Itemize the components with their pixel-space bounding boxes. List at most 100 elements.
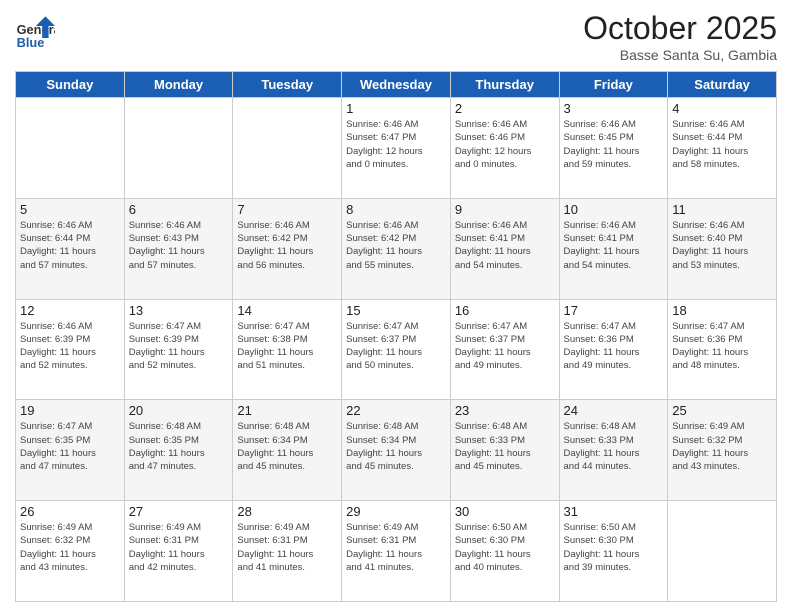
day-info: Sunrise: 6:47 AM Sunset: 6:35 PM Dayligh…: [20, 420, 120, 473]
col-wednesday: Wednesday: [342, 72, 451, 98]
day-number: 13: [129, 303, 229, 318]
day-cell: [124, 98, 233, 199]
day-cell: 28Sunrise: 6:49 AM Sunset: 6:31 PM Dayli…: [233, 501, 342, 602]
week-row-3: 12 Sunrise: 6:46 AM Sunset: 6:39 PM Dayli…: [16, 299, 777, 400]
day-info: Sunrise: 6:46 AM Sunset: 6:41 PM Dayligh…: [455, 219, 555, 272]
day-info: Sunrise: 6:46 AM Sunset: 6:40 PM Dayligh…: [672, 219, 772, 272]
day-number: 12: [20, 303, 120, 318]
day-cell: 12 Sunrise: 6:46 AM Sunset: 6:39 PM Dayli…: [16, 299, 125, 400]
day-cell: 16 Sunrise: 6:47 AM Sunset: 6:37 PM Dayli…: [450, 299, 559, 400]
day-info: Sunrise: 6:46 AM Sunset: 6:44 PM Dayligh…: [20, 219, 120, 272]
week-row-1: 1 Sunrise: 6:46 AM Sunset: 6:47 PM Daylig…: [16, 98, 777, 199]
day-number: 23: [455, 403, 555, 418]
week-row-5: 26Sunrise: 6:49 AM Sunset: 6:32 PM Dayli…: [16, 501, 777, 602]
day-info: Sunrise: 6:46 AM Sunset: 6:45 PM Dayligh…: [564, 118, 664, 171]
day-number: 16: [455, 303, 555, 318]
day-cell: 24 Sunrise: 6:48 AM Sunset: 6:33 PM Dayli…: [559, 400, 668, 501]
day-number: 31: [564, 504, 664, 519]
col-saturday: Saturday: [668, 72, 777, 98]
day-cell: 18 Sunrise: 6:47 AM Sunset: 6:36 PM Dayli…: [668, 299, 777, 400]
header: General Blue October 2025 Basse Santa Su…: [15, 10, 777, 63]
svg-text:Blue: Blue: [17, 35, 45, 50]
col-friday: Friday: [559, 72, 668, 98]
day-cell: 20Sunrise: 6:48 AM Sunset: 6:35 PM Dayli…: [124, 400, 233, 501]
day-info: Sunrise: 6:46 AM Sunset: 6:44 PM Dayligh…: [672, 118, 772, 171]
day-number: 24: [564, 403, 664, 418]
day-info: Sunrise: 6:46 AM Sunset: 6:42 PM Dayligh…: [237, 219, 337, 272]
day-info: Sunrise: 6:46 AM Sunset: 6:42 PM Dayligh…: [346, 219, 446, 272]
day-info: Sunrise: 6:48 AM Sunset: 6:33 PM Dayligh…: [564, 420, 664, 473]
day-number: 8: [346, 202, 446, 217]
day-info: Sunrise: 6:50 AM Sunset: 6:30 PM Dayligh…: [564, 521, 664, 574]
day-cell: 19 Sunrise: 6:47 AM Sunset: 6:35 PM Dayli…: [16, 400, 125, 501]
day-info: Sunrise: 6:46 AM Sunset: 6:41 PM Dayligh…: [564, 219, 664, 272]
day-cell: 31 Sunrise: 6:50 AM Sunset: 6:30 PM Dayli…: [559, 501, 668, 602]
page: General Blue October 2025 Basse Santa Su…: [0, 0, 792, 612]
day-number: 5: [20, 202, 120, 217]
day-cell: 25 Sunrise: 6:49 AM Sunset: 6:32 PM Dayli…: [668, 400, 777, 501]
day-info: Sunrise: 6:46 AM Sunset: 6:43 PM Dayligh…: [129, 219, 229, 272]
day-cell: 2Sunrise: 6:46 AM Sunset: 6:46 PM Daylig…: [450, 98, 559, 199]
day-info: Sunrise: 6:47 AM Sunset: 6:36 PM Dayligh…: [564, 320, 664, 373]
week-row-2: 5 Sunrise: 6:46 AM Sunset: 6:44 PM Daylig…: [16, 198, 777, 299]
day-cell: 6Sunrise: 6:46 AM Sunset: 6:43 PM Daylig…: [124, 198, 233, 299]
day-number: 18: [672, 303, 772, 318]
day-info: Sunrise: 6:46 AM Sunset: 6:46 PM Dayligh…: [455, 118, 555, 171]
week-row-4: 19 Sunrise: 6:47 AM Sunset: 6:35 PM Dayli…: [16, 400, 777, 501]
day-number: 7: [237, 202, 337, 217]
day-info: Sunrise: 6:47 AM Sunset: 6:39 PM Dayligh…: [129, 320, 229, 373]
day-number: 1: [346, 101, 446, 116]
day-cell: 5 Sunrise: 6:46 AM Sunset: 6:44 PM Daylig…: [16, 198, 125, 299]
day-cell: 21 Sunrise: 6:48 AM Sunset: 6:34 PM Dayli…: [233, 400, 342, 501]
day-cell: [16, 98, 125, 199]
day-info: Sunrise: 6:46 AM Sunset: 6:47 PM Dayligh…: [346, 118, 446, 171]
day-cell: 14 Sunrise: 6:47 AM Sunset: 6:38 PM Dayli…: [233, 299, 342, 400]
day-number: 22: [346, 403, 446, 418]
logo-icon: General Blue: [15, 10, 55, 50]
day-cell: 10 Sunrise: 6:46 AM Sunset: 6:41 PM Dayli…: [559, 198, 668, 299]
day-number: 19: [20, 403, 120, 418]
day-cell: 23Sunrise: 6:48 AM Sunset: 6:33 PM Dayli…: [450, 400, 559, 501]
day-cell: 29 Sunrise: 6:49 AM Sunset: 6:31 PM Dayli…: [342, 501, 451, 602]
day-number: 27: [129, 504, 229, 519]
day-cell: 4 Sunrise: 6:46 AM Sunset: 6:44 PM Daylig…: [668, 98, 777, 199]
title-block: October 2025 Basse Santa Su, Gambia: [583, 10, 777, 63]
day-info: Sunrise: 6:47 AM Sunset: 6:37 PM Dayligh…: [455, 320, 555, 373]
day-number: 30: [455, 504, 555, 519]
col-thursday: Thursday: [450, 72, 559, 98]
day-info: Sunrise: 6:48 AM Sunset: 6:34 PM Dayligh…: [237, 420, 337, 473]
day-number: 21: [237, 403, 337, 418]
day-info: Sunrise: 6:49 AM Sunset: 6:32 PM Dayligh…: [672, 420, 772, 473]
day-info: Sunrise: 6:47 AM Sunset: 6:36 PM Dayligh…: [672, 320, 772, 373]
day-number: 20: [129, 403, 229, 418]
month-title: October 2025: [583, 10, 777, 47]
day-number: 10: [564, 202, 664, 217]
day-info: Sunrise: 6:46 AM Sunset: 6:39 PM Dayligh…: [20, 320, 120, 373]
col-monday: Monday: [124, 72, 233, 98]
day-number: 29: [346, 504, 446, 519]
day-number: 26: [20, 504, 120, 519]
col-sunday: Sunday: [16, 72, 125, 98]
day-info: Sunrise: 6:49 AM Sunset: 6:31 PM Dayligh…: [237, 521, 337, 574]
day-cell: 30Sunrise: 6:50 AM Sunset: 6:30 PM Dayli…: [450, 501, 559, 602]
day-cell: 27 Sunrise: 6:49 AM Sunset: 6:31 PM Dayli…: [124, 501, 233, 602]
day-number: 15: [346, 303, 446, 318]
day-cell: 17 Sunrise: 6:47 AM Sunset: 6:36 PM Dayli…: [559, 299, 668, 400]
day-cell: [233, 98, 342, 199]
day-cell: 11Sunrise: 6:46 AM Sunset: 6:40 PM Dayli…: [668, 198, 777, 299]
day-cell: [668, 501, 777, 602]
day-info: Sunrise: 6:49 AM Sunset: 6:31 PM Dayligh…: [346, 521, 446, 574]
day-number: 4: [672, 101, 772, 116]
day-number: 25: [672, 403, 772, 418]
location: Basse Santa Su, Gambia: [583, 47, 777, 63]
day-info: Sunrise: 6:47 AM Sunset: 6:38 PM Dayligh…: [237, 320, 337, 373]
day-number: 17: [564, 303, 664, 318]
day-info: Sunrise: 6:48 AM Sunset: 6:34 PM Dayligh…: [346, 420, 446, 473]
day-cell: 7 Sunrise: 6:46 AM Sunset: 6:42 PM Daylig…: [233, 198, 342, 299]
day-info: Sunrise: 6:49 AM Sunset: 6:31 PM Dayligh…: [129, 521, 229, 574]
day-cell: 3Sunrise: 6:46 AM Sunset: 6:45 PM Daylig…: [559, 98, 668, 199]
day-cell: 1 Sunrise: 6:46 AM Sunset: 6:47 PM Daylig…: [342, 98, 451, 199]
day-cell: 9Sunrise: 6:46 AM Sunset: 6:41 PM Daylig…: [450, 198, 559, 299]
day-number: 14: [237, 303, 337, 318]
logo: General Blue: [15, 10, 59, 50]
